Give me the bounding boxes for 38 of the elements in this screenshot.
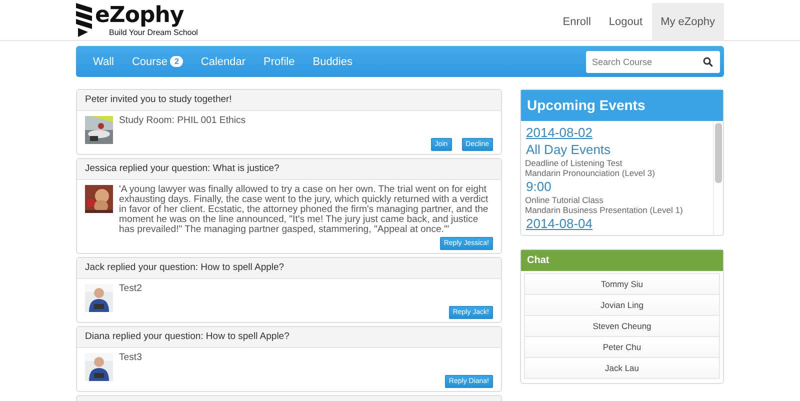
event-heading: All Day Events — [526, 141, 612, 158]
search-icon — [703, 56, 713, 66]
post-title: Diana replied your question: How to spell Apple? — [77, 327, 501, 348]
tagline: Build Your Dream School — [109, 28, 198, 36]
logo-icon — [76, 3, 92, 37]
nav-link[interactable]: Logout — [600, 3, 652, 40]
post-text: Study Room: PHIL 001 Ethics — [119, 116, 247, 128]
buddy-item[interactable]: Jack Lau — [524, 357, 720, 379]
event-date-link[interactable]: 2014-08-02 — [526, 124, 709, 141]
post-title: Jack replied your question: How to spell Apple? — [77, 258, 501, 279]
event-text: Deadline of Listening Test — [525, 158, 624, 168]
event-heading: 9:00 — [526, 178, 552, 195]
nav-tab[interactable]: Course 2 — [122, 56, 192, 68]
event-date-link[interactable]: 2014-08-04 — [526, 215, 709, 232]
panel-title: Chat — [521, 250, 723, 271]
count-badge: 2 — [170, 56, 183, 67]
nav-tab[interactable]: Profile — [254, 56, 304, 68]
search-field[interactable]: Search Course — [586, 50, 720, 72]
post-title: Peter invited you to study together! — [77, 90, 501, 111]
post-text: Test3 — [119, 353, 143, 365]
event-text: Mandarin Pronounciation (Level 3) — [525, 168, 656, 178]
brand-name: eZophy — [95, 4, 185, 28]
nav-tab[interactable]: Wall — [84, 56, 123, 68]
buddy-item[interactable]: Jovian Ling — [524, 294, 720, 316]
buddy-item[interactable]: Steven Cheung — [524, 315, 720, 337]
nav-link[interactable]: My eZophy — [652, 3, 724, 40]
post-text: Test2 — [119, 284, 143, 296]
panel-title: Upcoming Events — [521, 90, 723, 121]
event-text: Online Tutorial Class — [525, 195, 604, 205]
nav-tab[interactable]: Buddies — [304, 56, 362, 68]
buddy-item[interactable]: Peter Chu — [524, 336, 720, 358]
buddy-item[interactable]: Tommy Siu — [524, 273, 720, 295]
event-text: Mandarin Business Presentation (Level 1) — [525, 205, 684, 215]
nav-tab[interactable]: Calendar — [192, 56, 255, 68]
scrollbar[interactable] — [713, 121, 723, 235]
post-title: Jessica replied your question: What is justice? — [77, 159, 501, 180]
nav-link[interactable]: Enroll — [554, 3, 600, 40]
post-text: 'A young lawyer was finally allowed to try a case on her own. The trial went on for eight exhausting days. Finally, the case went to the jury, which quickly returned with a verdict in favor of her client. Ecstatic, the attorney phoned the firm's managing partner, and the moment he was on the line announced, "It's me! The jury just came back, and justice has prevailed!" The managing partner gasped, stammering, "Appeal at once."' — [119, 185, 490, 235]
